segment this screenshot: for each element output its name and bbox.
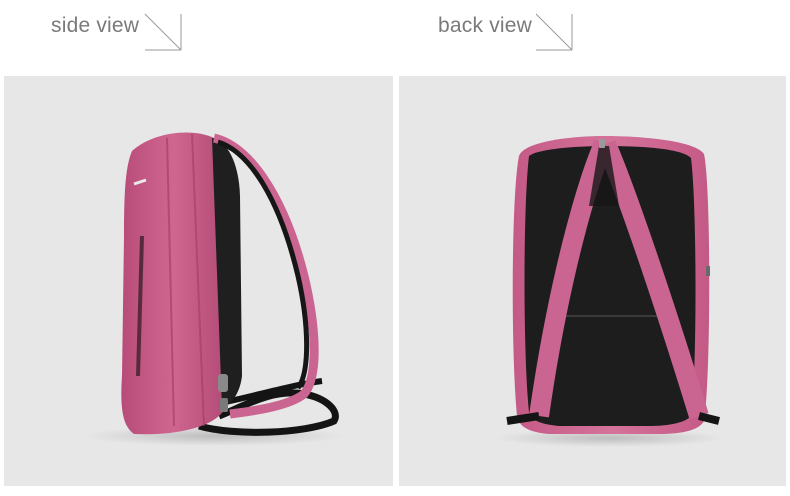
backpack-side-illustration [84,132,344,446]
side-view-photo [4,76,393,486]
diagonal-corner-mark-icon [144,13,182,51]
side-view-heading: side view [51,14,140,37]
back-view-photo [399,76,786,486]
back-view-heading: back view [438,14,533,37]
diagonal-corner-mark-icon [535,13,573,51]
backpack-back-illustration [494,136,724,447]
